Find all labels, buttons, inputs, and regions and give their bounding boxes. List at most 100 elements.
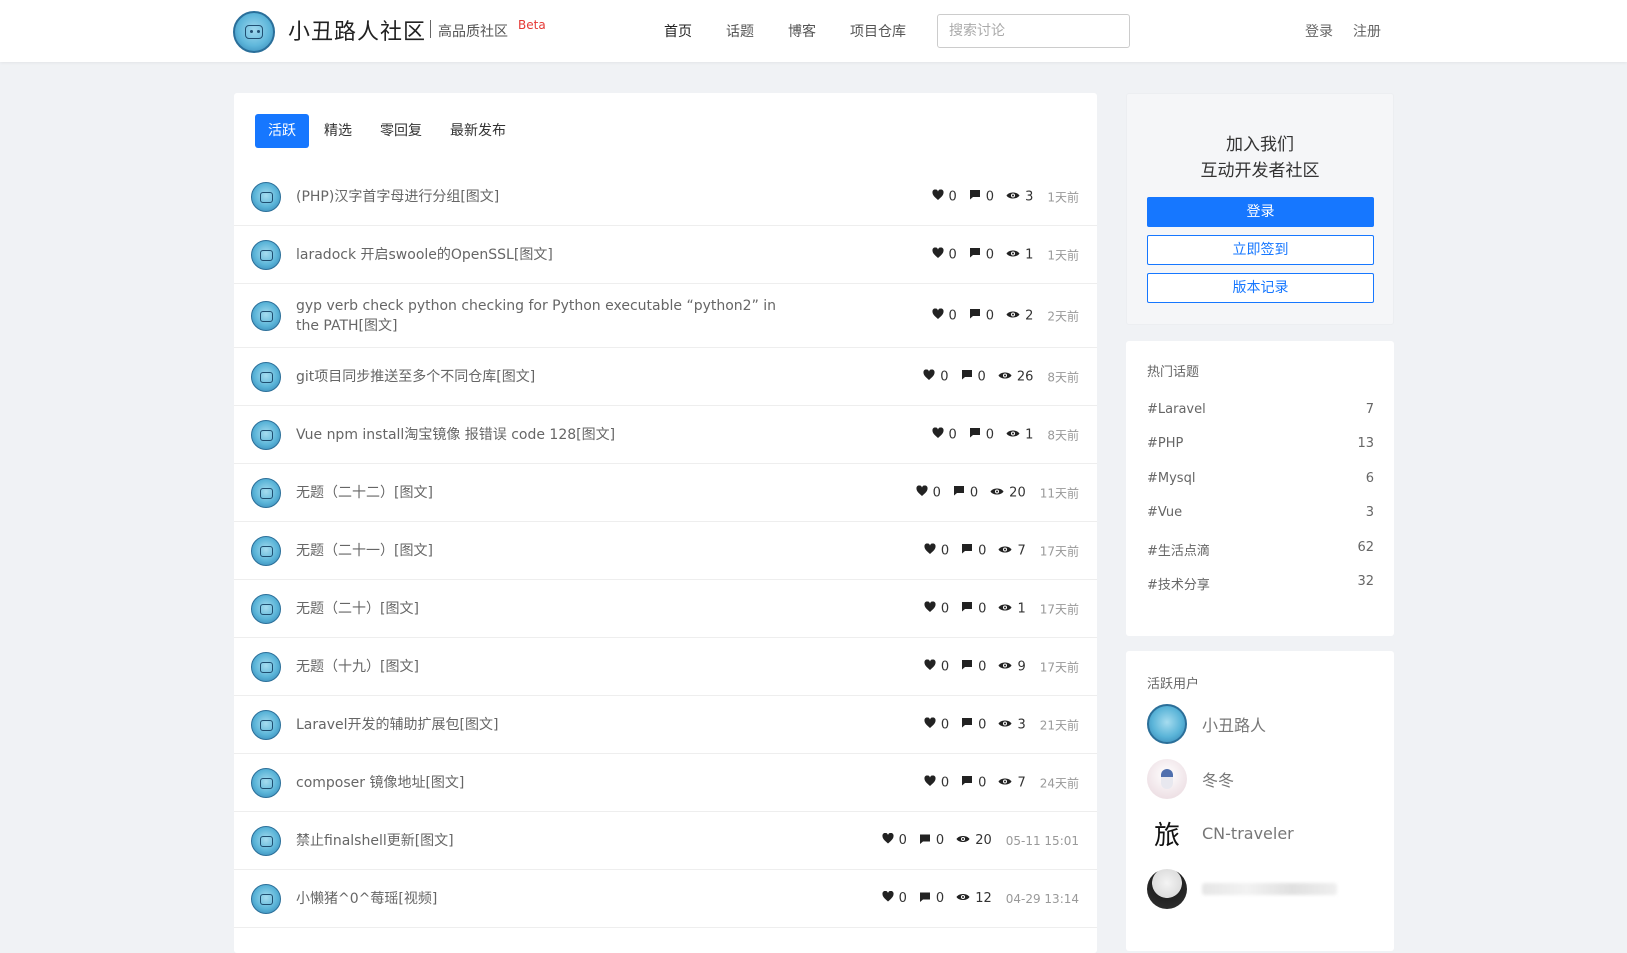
- post-title[interactable]: gyp verb check python checking for Pytho…: [296, 296, 786, 336]
- tab-featured[interactable]: 精选: [311, 114, 365, 148]
- view-count: 3: [1017, 717, 1026, 732]
- avatar[interactable]: [251, 709, 281, 740]
- post-title[interactable]: Laravel开发的辅助扩展包[图文]: [296, 715, 498, 735]
- comment-icon: [961, 659, 978, 675]
- topic-item[interactable]: #PHP 13: [1147, 436, 1374, 451]
- post-row[interactable]: 无题（十九）[图文] 0 0 9 17天前: [234, 638, 1097, 696]
- nav-topics[interactable]: 话题: [726, 21, 754, 41]
- heart-icon: [924, 658, 941, 674]
- user-item[interactable]: [1147, 869, 1337, 909]
- post-row[interactable]: Laravel开发的辅助扩展包[图文] 0 0 3 21天前: [234, 696, 1097, 754]
- avatar[interactable]: [251, 883, 281, 914]
- topic-name[interactable]: #技术分享: [1147, 574, 1210, 593]
- avatar[interactable]: [1147, 704, 1187, 744]
- post-title[interactable]: git项目同步推送至多个不同仓库[图文]: [296, 367, 535, 387]
- post-title[interactable]: 无题（二十二）[图文]: [296, 483, 433, 503]
- post-title[interactable]: 无题（二十一）[图文]: [296, 541, 433, 561]
- filter-tabs: 活跃 精选 零回复 最新发布: [255, 114, 521, 148]
- view-stat: 2: [1006, 308, 1033, 323]
- post-title[interactable]: laradock 开启swoole的OpenSSL[图文]: [296, 245, 553, 265]
- topic-item[interactable]: #Vue 3: [1147, 505, 1374, 520]
- avatar[interactable]: [251, 651, 281, 682]
- topic-name[interactable]: #Vue: [1147, 505, 1182, 520]
- view-stat: 3: [998, 717, 1026, 732]
- comment-count: 0: [978, 717, 987, 732]
- heart-icon: [931, 246, 949, 262]
- comment-stat: 0: [961, 543, 986, 559]
- comment-icon: [969, 308, 986, 324]
- topic-item[interactable]: #技术分享 32: [1147, 574, 1374, 593]
- post-stats: 0 0 12 04-29 13:14: [882, 890, 1079, 907]
- nav-projects[interactable]: 项目仓库: [850, 21, 906, 41]
- search-input[interactable]: [937, 14, 1130, 48]
- user-name[interactable]: 小丑路人: [1202, 712, 1266, 736]
- view-stat: 20: [990, 485, 1026, 500]
- avatar[interactable]: [251, 477, 281, 508]
- post-row[interactable]: 无题（二十）[图文] 0 0 1 17天前: [234, 580, 1097, 638]
- avatar[interactable]: [251, 419, 281, 450]
- avatar[interactable]: 旅: [1147, 813, 1187, 853]
- topic-name[interactable]: #PHP: [1147, 436, 1183, 451]
- heart-icon: [924, 716, 941, 732]
- tab-active[interactable]: 活跃: [255, 114, 309, 148]
- post-title[interactable]: 禁止finalshell更新[图文]: [296, 831, 454, 851]
- topic-item[interactable]: #生活点滴 62: [1147, 540, 1374, 559]
- post-row[interactable]: 无题（二十一）[图文] 0 0 7 17天前: [234, 522, 1097, 580]
- tab-no-reply[interactable]: 零回复: [367, 114, 435, 148]
- post-row[interactable]: composer 镜像地址[图文] 0 0 7 24天前: [234, 754, 1097, 812]
- avatar[interactable]: [251, 593, 281, 624]
- login-link[interactable]: 登录: [1305, 21, 1333, 41]
- topic-item[interactable]: #Mysql 6: [1147, 471, 1374, 486]
- post-title[interactable]: 小懒猪^0^莓瑶[视频]: [296, 889, 437, 909]
- changelog-button[interactable]: 版本记录: [1147, 273, 1374, 303]
- user-item[interactable]: 冬冬: [1147, 759, 1234, 799]
- post-row[interactable]: gyp verb check python checking for Pytho…: [234, 284, 1097, 348]
- login-button[interactable]: 登录: [1147, 197, 1374, 227]
- post-row[interactable]: git项目同步推送至多个不同仓库[图文] 0 0 26 8天前: [234, 348, 1097, 406]
- post-row[interactable]: 禁止finalshell更新[图文] 0 0 20 05-11 15:01: [234, 812, 1097, 870]
- post-title[interactable]: 无题（十九）[图文]: [296, 657, 419, 677]
- view-stat: 9: [998, 659, 1026, 674]
- avatar[interactable]: [251, 361, 281, 392]
- topic-name[interactable]: #Laravel: [1147, 402, 1206, 417]
- post-title[interactable]: (PHP)汉字首字母进行分组[图文]: [296, 187, 499, 207]
- post-row[interactable]: Vue npm install淘宝镜像 报错误 code 128[图文] 0 0 1 8…: [234, 406, 1097, 464]
- like-stat: 0: [923, 368, 949, 384]
- eye-icon: [956, 891, 975, 906]
- post-row[interactable]: (PHP)汉字首字母进行分组[图文] 0 0 3 1天前: [234, 168, 1097, 226]
- user-name[interactable]: CN-traveler: [1202, 824, 1294, 843]
- tab-latest[interactable]: 最新发布: [437, 114, 519, 148]
- user-name[interactable]: 冬冬: [1202, 767, 1234, 791]
- avatar[interactable]: [1147, 759, 1187, 799]
- avatar[interactable]: [251, 181, 281, 212]
- comment-icon: [919, 891, 936, 907]
- site-name[interactable]: 小丑路人社区: [288, 14, 426, 46]
- post-title[interactable]: 无题（二十）[图文]: [296, 599, 419, 619]
- avatar[interactable]: [251, 825, 281, 856]
- avatar[interactable]: [251, 239, 281, 270]
- post-stats: 0 0 7 24天前: [924, 774, 1079, 791]
- post-row[interactable]: 小懒猪^0^莓瑶[视频] 0 0 12 04-29 13:14: [234, 870, 1097, 928]
- post-title[interactable]: composer 镜像地址[图文]: [296, 773, 464, 793]
- checkin-button[interactable]: 立即签到: [1147, 235, 1374, 265]
- user-item[interactable]: 旅 CN-traveler: [1147, 813, 1294, 853]
- avatar[interactable]: [251, 767, 281, 798]
- like-count: 0: [940, 601, 950, 616]
- post-row[interactable]: laradock 开启swoole的OpenSSL[图文] 0 0 1 1天前: [234, 226, 1097, 284]
- post-title[interactable]: Vue npm install淘宝镜像 报错误 code 128[图文]: [296, 425, 615, 445]
- topic-item[interactable]: #Laravel 7: [1147, 402, 1374, 417]
- view-count: 1: [1025, 427, 1034, 442]
- avatar[interactable]: [251, 535, 281, 566]
- avatar[interactable]: [251, 300, 281, 331]
- eye-icon: [998, 543, 1017, 558]
- nav-blog[interactable]: 博客: [788, 21, 816, 41]
- topic-name[interactable]: #Mysql: [1147, 471, 1195, 486]
- nav-home[interactable]: 首页: [664, 21, 692, 41]
- avatar[interactable]: [1147, 869, 1187, 909]
- user-item[interactable]: 小丑路人: [1147, 704, 1266, 744]
- comment-count: 0: [978, 543, 987, 558]
- site-logo[interactable]: [233, 11, 275, 53]
- post-row[interactable]: 无题（二十二）[图文] 0 0 20 11天前: [234, 464, 1097, 522]
- topic-name[interactable]: #生活点滴: [1147, 540, 1210, 559]
- register-link[interactable]: 注册: [1353, 21, 1381, 41]
